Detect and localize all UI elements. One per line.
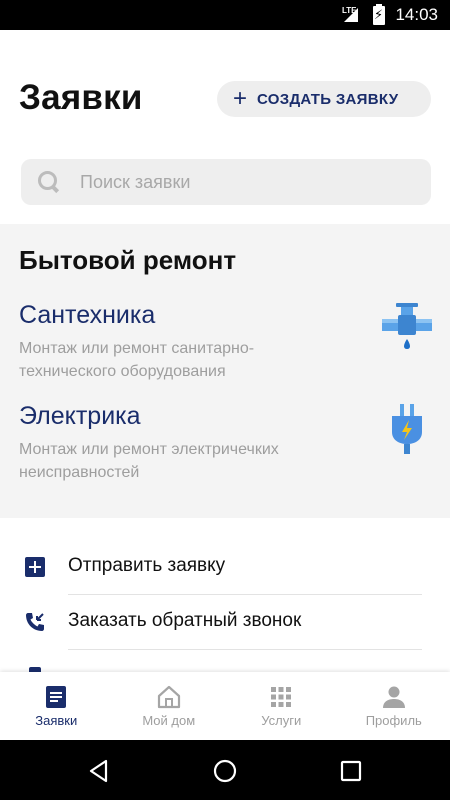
tab-requests[interactable]: Заявки bbox=[0, 672, 113, 740]
page-title: Заявки bbox=[19, 78, 143, 117]
tab-my-home[interactable]: Мой дом bbox=[113, 672, 226, 740]
service-plumbing[interactable]: Сантехника Монтаж или ремонт санитарно-т… bbox=[0, 301, 450, 381]
search-input[interactable] bbox=[80, 171, 380, 193]
plus-square-icon bbox=[25, 557, 45, 577]
category-section: Бытовой ремонт Сантехника Монтаж или рем… bbox=[0, 224, 450, 518]
search-icon bbox=[37, 170, 61, 194]
action-label: Отправить заявку bbox=[68, 555, 226, 576]
service-description: Монтаж или ремонт электричечких неисправ… bbox=[19, 441, 279, 481]
service-electrical[interactable]: Электрика Монтаж или ремонт электричечки… bbox=[0, 402, 450, 482]
requests-icon bbox=[46, 686, 67, 708]
tab-profile[interactable]: Профиль bbox=[338, 672, 450, 740]
send-request-action[interactable]: Отправить заявку bbox=[0, 540, 450, 595]
category-title: Бытовой ремонт bbox=[19, 245, 237, 275]
service-description: Монтаж или ремонт санитарно-технического… bbox=[19, 340, 255, 380]
plus-icon: + bbox=[233, 85, 248, 112]
tab-label: Заявки bbox=[35, 713, 78, 728]
system-navigation-bar bbox=[0, 740, 450, 800]
home-circle-icon[interactable] bbox=[212, 758, 238, 784]
person-icon bbox=[382, 686, 405, 708]
service-title: Электрика bbox=[19, 402, 141, 430]
battery-charging-icon: ⚡ bbox=[373, 4, 385, 25]
tab-label: Мой дом bbox=[142, 713, 196, 728]
tab-services[interactable]: Услуги bbox=[225, 672, 338, 740]
callback-action[interactable]: Заказать обратный звонок bbox=[0, 595, 450, 650]
phone-callback-icon bbox=[26, 613, 44, 631]
action-label: Заказать обратный звонок bbox=[68, 610, 302, 631]
home-icon bbox=[157, 685, 180, 709]
service-title: Сантехника bbox=[19, 301, 156, 329]
create-request-button[interactable]: + СОЗДАТЬ ЗАЯВКУ bbox=[217, 81, 431, 117]
recents-icon[interactable] bbox=[338, 758, 364, 784]
back-icon[interactable] bbox=[86, 758, 112, 784]
grid-icon bbox=[271, 687, 292, 707]
electric-plug-icon bbox=[392, 404, 422, 454]
signal-icon bbox=[344, 8, 358, 22]
tab-label: Профиль bbox=[365, 713, 422, 728]
create-request-label: СОЗДАТЬ ЗАЯВКУ bbox=[257, 90, 399, 108]
clock: 14:03 bbox=[395, 5, 438, 24]
plumbing-pipe-icon bbox=[382, 303, 432, 349]
search-bar[interactable] bbox=[21, 159, 431, 205]
status-bar: LTE ⚡ 14:03 bbox=[0, 0, 450, 30]
bottom-navigation: Заявки Мой дом Услуги Профиль bbox=[0, 672, 450, 740]
tab-label: Услуги bbox=[261, 713, 302, 728]
